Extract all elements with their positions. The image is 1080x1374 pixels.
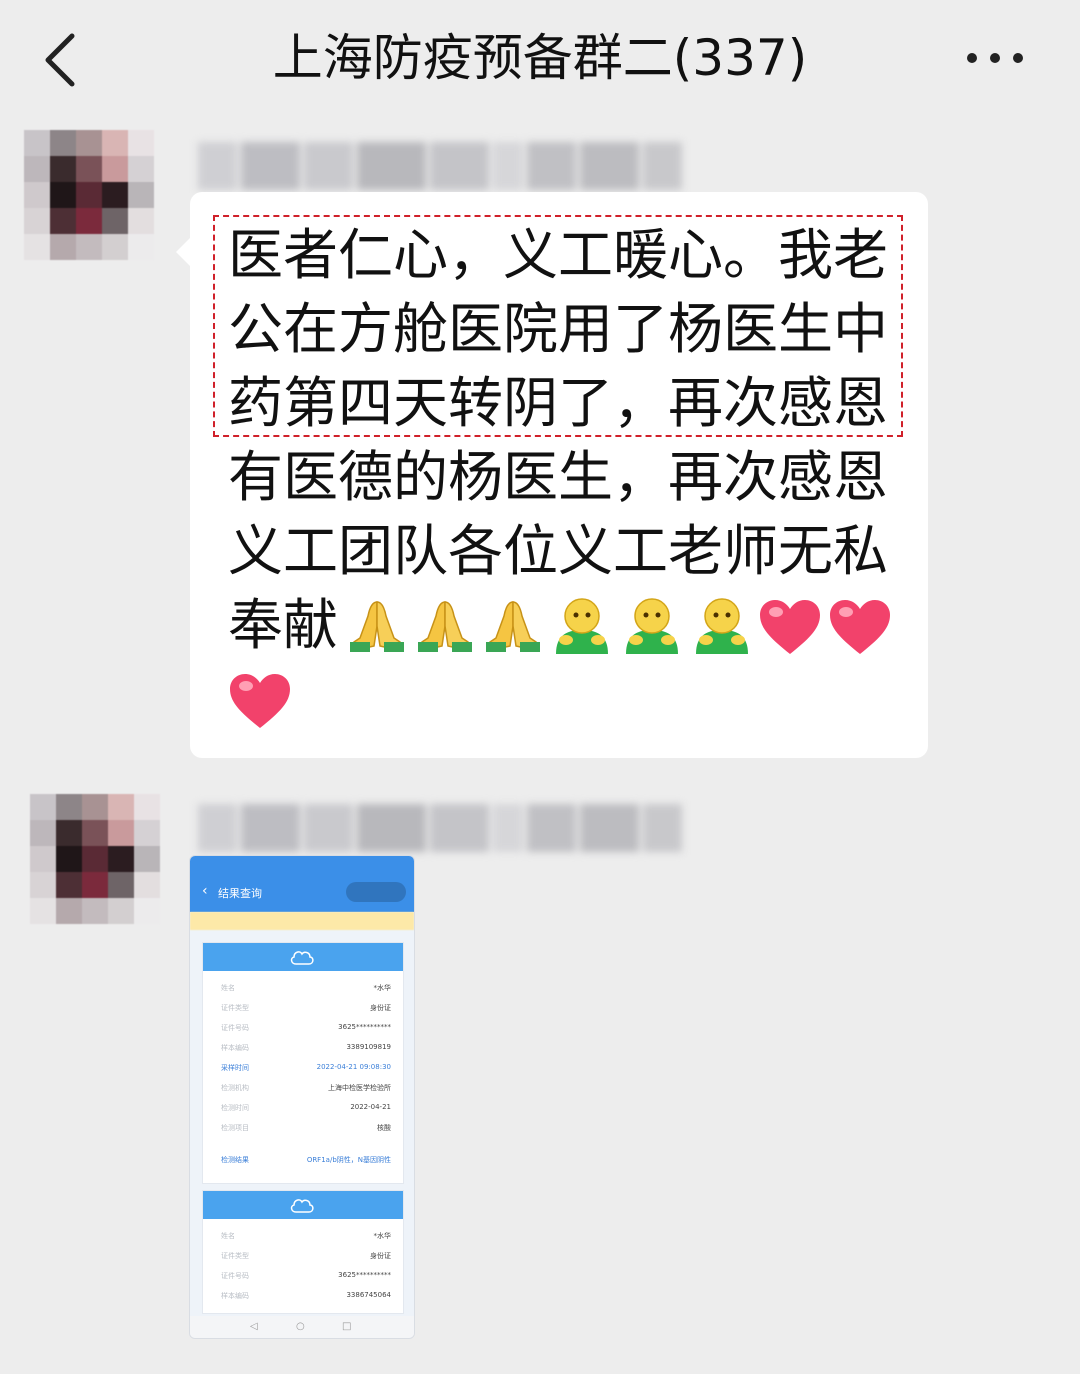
more-button[interactable] — [960, 38, 1030, 78]
heart-icon — [760, 600, 820, 654]
avatar[interactable] — [24, 130, 154, 260]
sender-name-blurred — [198, 142, 682, 190]
result-row: 检测机构 上海中检医学检验所 — [221, 1084, 391, 1092]
result-row-outcome: 检测结果 ORF1a/b阴性，N基因阴性 — [221, 1156, 391, 1164]
cloud-icon — [290, 951, 314, 965]
embedded-status-bar — [190, 856, 414, 874]
result-row: 证件号码 3625********** — [221, 1271, 391, 1280]
card-header — [203, 1191, 403, 1219]
nav-back-icon: ◁ — [250, 1321, 258, 1332]
result-row: 检测项目 核酸 — [221, 1124, 391, 1132]
result-row: 样本编码 3389109819 — [221, 1043, 391, 1052]
card-header — [203, 943, 403, 971]
chat-header: 上海防疫预备群二(337) — [0, 0, 1080, 118]
result-row: 证件号码 3625********** — [221, 1023, 391, 1032]
embedded-nav-bar: ◁ ○ □ — [190, 1316, 414, 1338]
result-row: 样本编码 3386745064 — [221, 1291, 391, 1300]
bubble-tail — [176, 238, 190, 266]
sender-name-blurred — [198, 804, 682, 852]
person-icon — [696, 598, 748, 654]
result-card: 姓名 *水华 证件类型 身份证 证件号码 3625********** 样本编码 338… — [202, 942, 404, 1184]
embedded-capsule-icon — [346, 882, 406, 902]
result-row: 姓名 *水华 — [221, 1232, 391, 1240]
person-icon — [626, 598, 678, 654]
folded-hands-icon — [486, 601, 540, 652]
result-row: 检测时间 2022-04-21 — [221, 1103, 391, 1112]
result-row: 姓名 *水华 — [221, 984, 391, 992]
result-card: 姓名 *水华 证件类型 身份证 证件号码 3625********** 样本编码 338… — [202, 1190, 404, 1314]
person-icon — [556, 598, 608, 654]
result-row: 采样时间 2022-04-21 09:08:30 — [221, 1063, 391, 1072]
embedded-notice-bar — [190, 912, 414, 930]
folded-hands-icon — [418, 601, 472, 652]
nav-recent-icon: □ — [342, 1321, 352, 1332]
image-message[interactable]: ‹ 结果查询 姓名 *水华 证件类型 身份证 证件号码 3625********** … — [189, 855, 415, 1339]
embedded-title: 结果查询 — [218, 887, 262, 900]
result-row: 证件类型 身份证 — [221, 1004, 391, 1012]
heart-icon — [830, 600, 890, 654]
folded-hands-icon — [350, 601, 404, 652]
heart-icon — [230, 674, 290, 728]
nav-home-icon: ○ — [296, 1321, 305, 1332]
more-dots-icon — [967, 53, 1023, 63]
embedded-header: ‹ 结果查询 — [190, 874, 414, 912]
embedded-back-icon: ‹ — [202, 883, 208, 899]
cloud-icon — [290, 1199, 314, 1213]
chat-title: 上海防疫预备群二(337) — [272, 29, 808, 87]
result-row: 证件类型 身份证 — [221, 1252, 391, 1260]
avatar[interactable] — [30, 794, 160, 924]
